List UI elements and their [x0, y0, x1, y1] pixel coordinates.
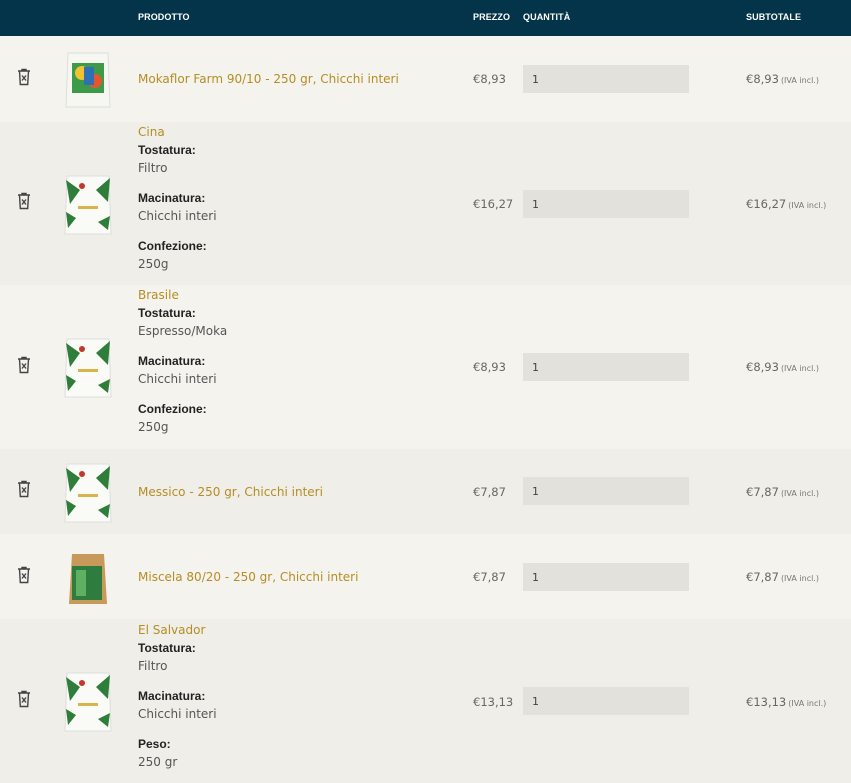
- attribute-value: Espresso/Moka: [138, 324, 228, 338]
- subtotal-value: €7,87: [746, 485, 779, 499]
- cart-row: Messico - 250 gr, Chicchi interi €7,87 €…: [0, 449, 851, 534]
- item-subtotal: €7,87 (IVA incl.): [746, 570, 819, 584]
- product-thumbnail[interactable]: [62, 47, 114, 111]
- product-thumbnail[interactable]: [62, 669, 114, 733]
- attribute-value: 250g: [138, 420, 169, 434]
- tax-note: (IVA incl.): [780, 489, 819, 498]
- product-link[interactable]: Messico - 250 gr, Chicchi interi: [138, 485, 323, 499]
- product-thumbnail[interactable]: [62, 172, 114, 236]
- subtotal-value: €8,93: [746, 72, 779, 86]
- item-price: €7,87: [473, 485, 506, 499]
- subtotal-value: €8,93: [746, 360, 779, 374]
- attribute-label: Peso:: [138, 737, 171, 751]
- attribute-label: Tostatura:: [138, 306, 196, 320]
- tax-note: (IVA incl.): [788, 699, 827, 708]
- item-price: €8,93: [473, 360, 506, 374]
- subtotal-value: €16,27: [746, 197, 787, 211]
- subtotal-value: €7,87: [746, 570, 779, 584]
- tax-note: (IVA incl.): [780, 76, 819, 85]
- item-subtotal: €7,87 (IVA incl.): [746, 485, 819, 499]
- product-link[interactable]: Mokaflor Farm 90/10 - 250 gr, Chicchi in…: [138, 72, 399, 86]
- attribute-label: Macinatura:: [138, 354, 206, 368]
- product-thumbnail[interactable]: [62, 335, 114, 399]
- item-subtotal: €16,27 (IVA incl.): [746, 197, 826, 211]
- quantity-input[interactable]: [523, 65, 689, 93]
- attribute-value: Chicchi interi: [138, 707, 217, 721]
- attribute-label: Macinatura:: [138, 191, 206, 205]
- remove-item-icon[interactable]: [16, 356, 32, 374]
- attribute-label: Tostatura:: [138, 143, 196, 157]
- cart-table-header: PRODOTTO PREZZO QUANTITÀ SUBTOTALE: [0, 0, 851, 36]
- remove-item-icon[interactable]: [16, 690, 32, 708]
- remove-item-icon[interactable]: [16, 192, 32, 210]
- column-header-subtotal: SUBTOTALE: [746, 12, 802, 22]
- attribute-value: Filtro: [138, 161, 168, 175]
- remove-item-icon[interactable]: [16, 566, 32, 584]
- product-attributes: Tostatura: Filtro Macinatura: Chicchi in…: [138, 141, 217, 273]
- quantity-input[interactable]: [523, 687, 689, 715]
- column-header-quantity: QUANTITÀ: [523, 12, 571, 22]
- item-subtotal: €13,13 (IVA incl.): [746, 695, 826, 709]
- attribute-value: Chicchi interi: [138, 209, 217, 223]
- attribute-label: Confezione:: [138, 402, 207, 416]
- item-price: €16,27: [473, 197, 514, 211]
- quantity-input[interactable]: [523, 190, 689, 218]
- product-attributes: Tostatura: Filtro Macinatura: Chicchi in…: [138, 639, 217, 771]
- item-price: €7,87: [473, 570, 506, 584]
- product-link[interactable]: Cina: [138, 125, 165, 139]
- item-subtotal: €8,93 (IVA incl.): [746, 72, 819, 86]
- column-header-product: PRODOTTO: [138, 12, 190, 22]
- tax-note: (IVA incl.): [780, 574, 819, 583]
- subtotal-value: €13,13: [746, 695, 787, 709]
- attribute-value: Filtro: [138, 659, 168, 673]
- remove-item-icon[interactable]: [16, 480, 32, 498]
- remove-item-icon[interactable]: [16, 68, 32, 86]
- attribute-value: Chicchi interi: [138, 372, 217, 386]
- attribute-value: 250 gr: [138, 755, 178, 769]
- item-price: €13,13: [473, 695, 514, 709]
- column-header-price: PREZZO: [473, 12, 511, 22]
- tax-note: (IVA incl.): [780, 364, 819, 373]
- item-subtotal: €8,93 (IVA incl.): [746, 360, 819, 374]
- attribute-label: Tostatura:: [138, 641, 196, 655]
- product-thumbnail[interactable]: [62, 548, 114, 612]
- product-thumbnail[interactable]: [62, 460, 114, 524]
- product-link[interactable]: El Salvador: [138, 623, 205, 637]
- item-price: €8,93: [473, 72, 506, 86]
- cart-row: Miscela 80/20 - 250 gr, Chicchi interi €…: [0, 534, 851, 619]
- attribute-label: Confezione:: [138, 239, 207, 253]
- quantity-input[interactable]: [523, 477, 689, 505]
- cart-row: Cina Tostatura: Filtro Macinatura: Chicc…: [0, 122, 851, 285]
- cart-row: Mokaflor Farm 90/10 - 250 gr, Chicchi in…: [0, 36, 851, 122]
- product-attributes: Tostatura: Espresso/Moka Macinatura: Chi…: [138, 304, 227, 436]
- cart-row: Brasile Tostatura: Espresso/Moka Macinat…: [0, 285, 851, 449]
- tax-note: (IVA incl.): [788, 201, 827, 210]
- quantity-input[interactable]: [523, 563, 689, 591]
- attribute-label: Macinatura:: [138, 689, 206, 703]
- product-link[interactable]: Brasile: [138, 288, 179, 302]
- product-link[interactable]: Miscela 80/20 - 250 gr, Chicchi interi: [138, 570, 358, 584]
- attribute-value: 250g: [138, 257, 169, 271]
- cart-row: El Salvador Tostatura: Filtro Macinatura…: [0, 619, 851, 783]
- quantity-input[interactable]: [523, 353, 689, 381]
